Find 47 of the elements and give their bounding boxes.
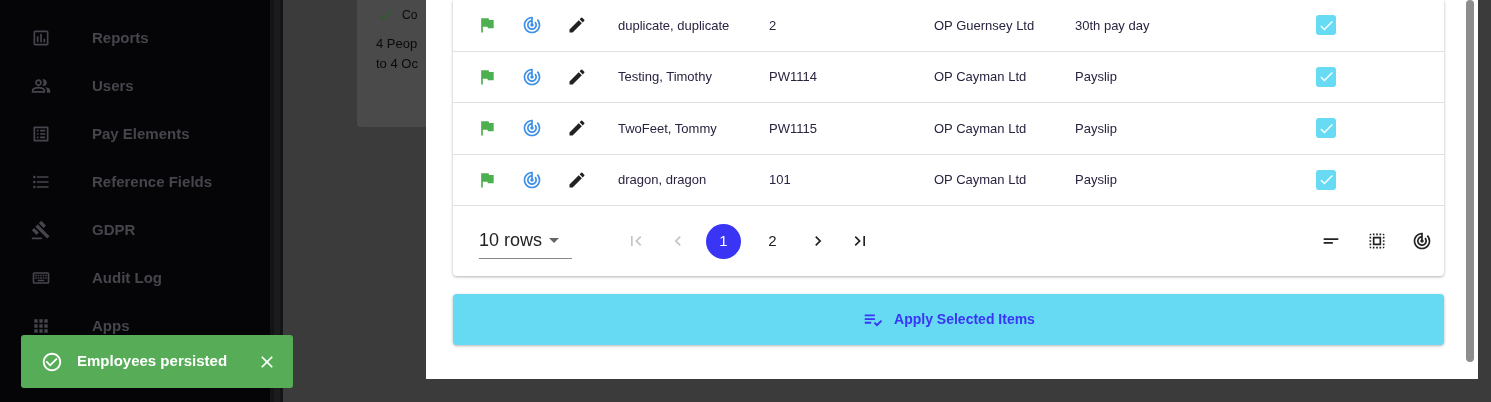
employee-code: 101 (769, 172, 791, 187)
card-text: 4 Peop (376, 35, 418, 53)
sidebar-item[interactable]: Audit Log (0, 254, 270, 302)
employee-code: PW1115 (769, 120, 817, 136)
apps-icon (31, 316, 51, 336)
sidebar-item[interactable]: Users (0, 62, 270, 110)
pencil-icon[interactable] (567, 66, 587, 87)
pay-schedule: Payslip (1075, 120, 1117, 136)
pay-schedule: 30th pay day (1075, 17, 1150, 33)
pay-schedule: Payslip (1075, 172, 1117, 187)
company-name: OP Cayman Ltd (934, 69, 1027, 84)
company-name: OP Guernsey Ltd (934, 17, 1035, 33)
chart-icon (31, 28, 51, 48)
row-checkbox[interactable] (1316, 118, 1336, 139)
sidebar-item[interactable]: Apps (0, 302, 270, 350)
employee-name: duplicate, duplicate (618, 17, 730, 33)
sidebar-item[interactable]: Pay Elements (0, 110, 270, 158)
company-name: OP Cayman Ltd (934, 120, 1027, 136)
pay-schedule: Payslip (1075, 69, 1117, 84)
sidebar-item[interactable]: GDPR (0, 206, 270, 254)
row-checkbox[interactable] (1316, 169, 1336, 190)
employee-name: TwoFeet, Tommy (618, 120, 717, 136)
employee-name: Testing, Timothy (618, 69, 712, 84)
select-all-icon[interactable] (1367, 231, 1387, 251)
pencil-icon[interactable] (567, 169, 587, 190)
apply-button[interactable]: Apply Selected Items (453, 294, 1444, 345)
dropdown-caret-icon (549, 238, 560, 243)
pencil-icon[interactable] (567, 118, 587, 139)
users-icon (31, 76, 51, 96)
toast-message: Employees persisted (77, 351, 228, 372)
list-icon (31, 124, 51, 144)
employee-code: 2 (769, 17, 777, 33)
sidebar-item[interactable]: Reference Fields (0, 158, 270, 206)
target-icon[interactable] (1412, 231, 1432, 251)
pencil-icon[interactable] (567, 15, 587, 36)
employee-name: dragon, dragon (618, 172, 707, 187)
row-checkbox[interactable] (1316, 15, 1336, 36)
company-name: OP Cayman Ltd (934, 172, 1027, 187)
row-checkbox[interactable] (1316, 66, 1336, 87)
page-button[interactable]: 1 (706, 223, 741, 259)
card-text: to 4 Oc (376, 55, 418, 73)
gavel-icon (31, 220, 51, 240)
status-text: Co (402, 7, 418, 24)
sidebar-item[interactable]: Reports (0, 14, 270, 62)
page-button[interactable]: 2 (755, 223, 790, 259)
rows-per-page-select[interactable]: 10 rows (479, 223, 572, 259)
employee-code: PW1114 (769, 69, 817, 84)
